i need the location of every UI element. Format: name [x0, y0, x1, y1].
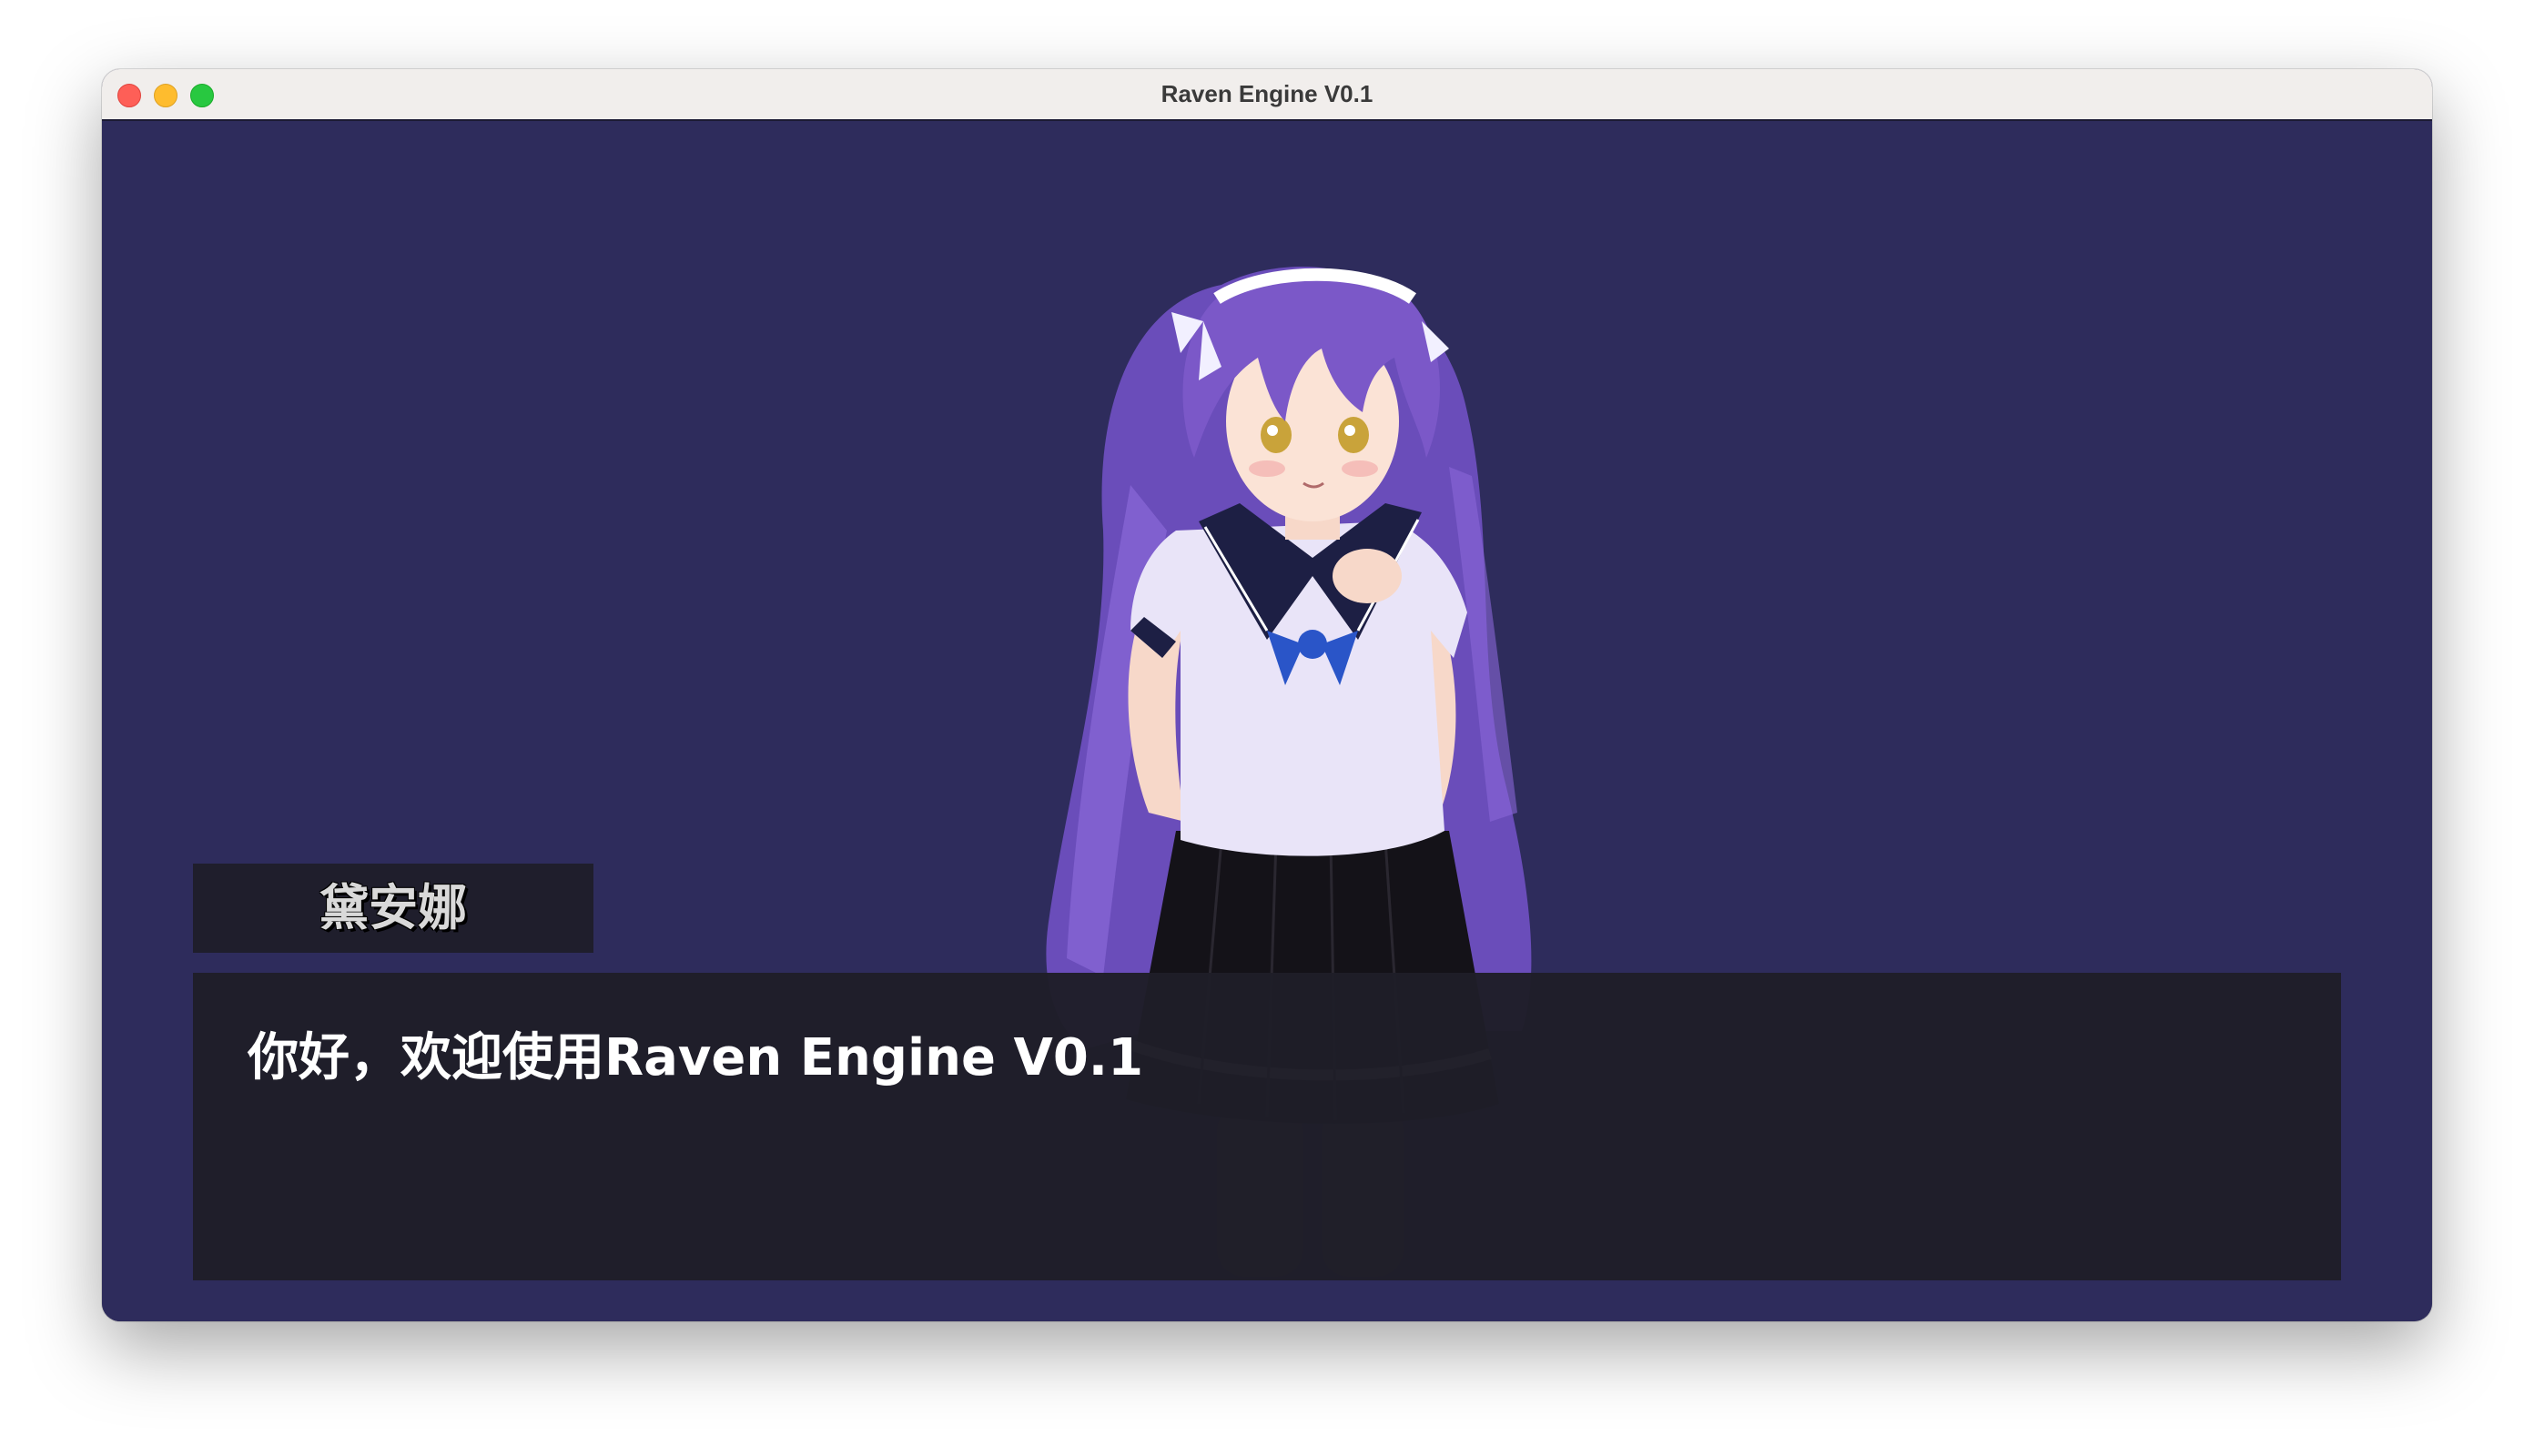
dialogue-text: 你好，欢迎使用Raven Engine V0.1: [248, 1028, 1144, 1087]
app-window: Raven Engine V0.1 黛安娜 你好，欢迎使用Raven Engin…: [102, 69, 2432, 1321]
speaker-name: 黛安娜: [319, 879, 467, 936]
title-bar[interactable]: Raven Engine V0.1: [102, 69, 2432, 121]
window-title: Raven Engine V0.1: [1161, 80, 1373, 107]
speaker-name-box: 黛安娜: [193, 864, 593, 953]
game-stage[interactable]: 黛安娜 你好，欢迎使用Raven Engine V0.1: [102, 121, 2432, 1321]
dialogue-box[interactable]: 你好，欢迎使用Raven Engine V0.1: [193, 973, 2341, 1280]
